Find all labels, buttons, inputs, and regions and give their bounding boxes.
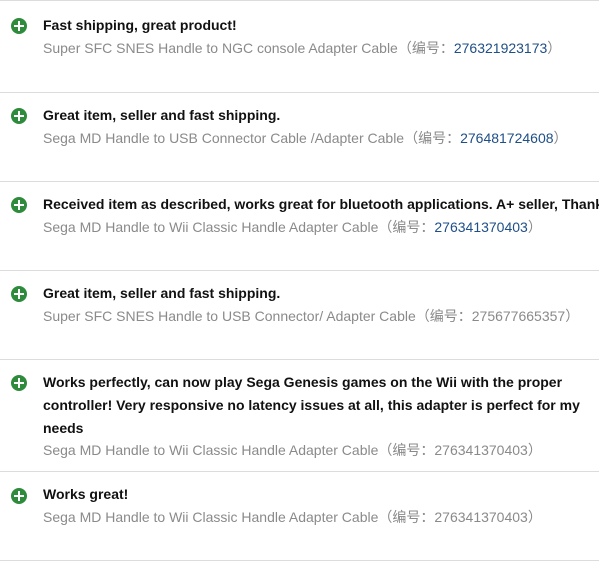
item-id-prefix: （编号：: [378, 442, 435, 458]
feedback-row: Fast shipping, great product! Super SFC …: [0, 1, 599, 93]
item-id-prefix: （编号：: [378, 219, 435, 235]
plus-circle-icon: [11, 488, 27, 504]
feedback-row: Great item, seller and fast shipping. Se…: [0, 93, 599, 182]
item-id-text: 276341370403: [434, 509, 528, 525]
item-id-suffix: ）: [553, 130, 568, 146]
product-title: Sega MD Handle to Wii Classic Handle Ada…: [43, 509, 379, 525]
item-id-link[interactable]: 276481724608: [460, 130, 553, 146]
feedback-row: Works great! Sega MD Handle to Wii Class…: [0, 472, 599, 561]
plus-circle-icon: [11, 18, 27, 34]
feedback-row: Received item as described, works great …: [0, 182, 599, 271]
feedback-row: Works perfectly, can now play Sega Genes…: [0, 360, 599, 472]
product-title: Sega MD Handle to USB Connector Cable /A…: [43, 130, 405, 146]
feedback-product: Sega MD Handle to Wii Classic Handle Ada…: [43, 507, 542, 527]
feedback-product: Super SFC SNES Handle to NGC console Ada…: [43, 38, 561, 58]
feedback-comment: Great item, seller and fast shipping.: [43, 107, 281, 123]
item-id-suffix: ）: [527, 442, 542, 458]
item-id-text: 275677665357: [471, 308, 566, 324]
plus-circle-icon: [11, 286, 27, 302]
item-id-link[interactable]: 276341370403: [434, 219, 527, 235]
item-id-prefix: （编号：: [378, 509, 435, 525]
product-title: Sega MD Handle to Wii Classic Handle Ada…: [43, 219, 379, 235]
feedback-product: Sega MD Handle to USB Connector Cable /A…: [43, 128, 568, 148]
plus-circle-icon: [11, 197, 27, 213]
item-id-suffix: ）: [527, 509, 542, 525]
feedback-row: Great item, seller and fast shipping. Su…: [0, 271, 599, 360]
feedback-comment: Received item as described, works great …: [43, 196, 599, 212]
item-id-prefix: （编号：: [404, 130, 461, 146]
feedback-product: Sega MD Handle to Wii Classic Handle Ada…: [43, 217, 542, 237]
item-id-text: 276341370403: [434, 442, 528, 458]
product-title: Super SFC SNES Handle to NGC console Ada…: [43, 40, 398, 56]
item-id-suffix: ）: [547, 40, 562, 56]
item-id-prefix: （编号：: [397, 40, 454, 56]
product-title: Super SFC SNES Handle to USB Connector/ …: [43, 308, 416, 324]
feedback-comment: Works perfectly, can now play Sega Genes…: [43, 374, 580, 436]
item-id-suffix: ）: [565, 308, 580, 324]
feedback-comment: Fast shipping, great product!: [43, 17, 237, 33]
feedback-list: Fast shipping, great product! Super SFC …: [0, 0, 599, 562]
plus-circle-icon: [11, 375, 27, 391]
feedback-comment: Works great!: [43, 486, 129, 502]
item-id-link[interactable]: 276321923173: [454, 40, 547, 56]
feedback-comment: Great item, seller and fast shipping.: [43, 285, 281, 301]
item-id-prefix: （编号：: [415, 308, 472, 324]
product-title: Sega MD Handle to Wii Classic Handle Ada…: [43, 442, 379, 458]
plus-circle-icon: [11, 108, 27, 124]
feedback-product: Sega MD Handle to Wii Classic Handle Ada…: [43, 440, 542, 460]
item-id-suffix: ）: [527, 219, 542, 235]
feedback-product: Super SFC SNES Handle to USB Connector/ …: [43, 306, 579, 326]
